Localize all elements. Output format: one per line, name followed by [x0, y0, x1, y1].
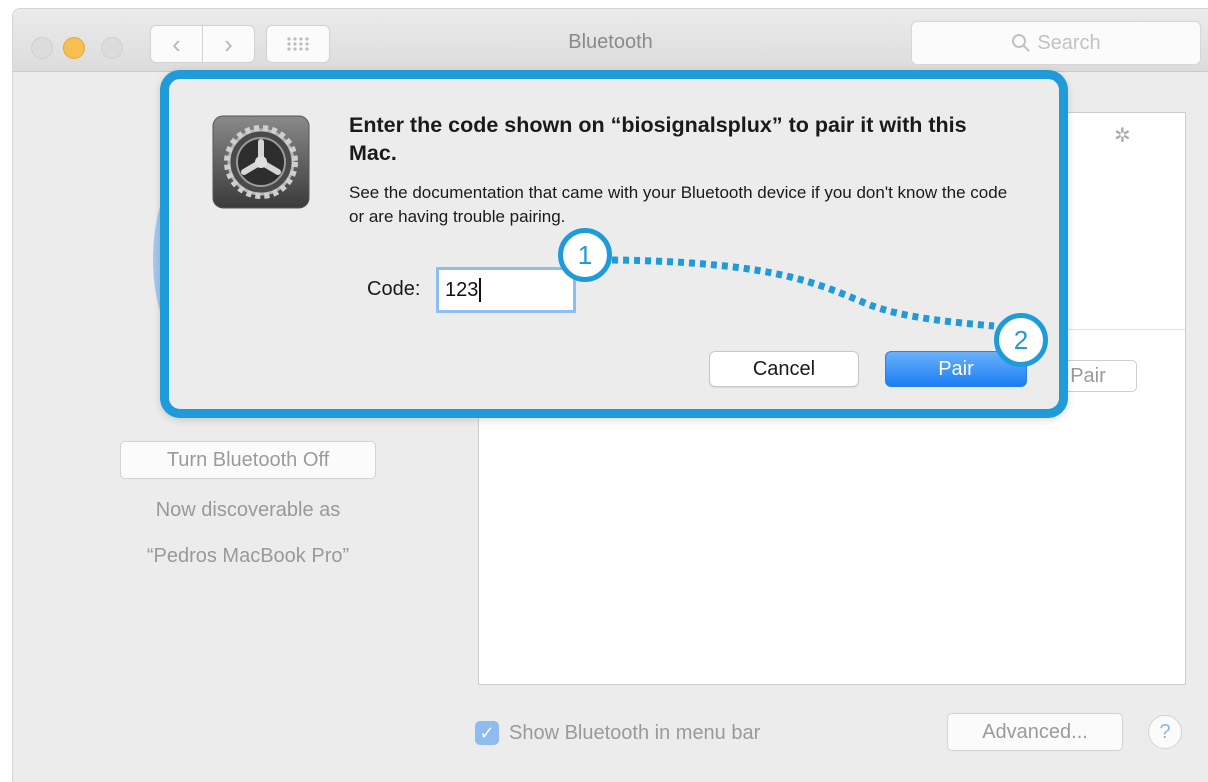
step-2-badge: 2	[994, 313, 1048, 367]
computer-name-label: “Pedros MacBook Pro”	[146, 545, 350, 567]
search-placeholder: Search	[1037, 31, 1101, 54]
help-button[interactable]: ?	[1148, 715, 1182, 749]
turn-bluetooth-off-button[interactable]: Turn Bluetooth Off	[120, 441, 376, 479]
cancel-button[interactable]: Cancel	[709, 351, 859, 387]
code-field[interactable]: 123	[436, 267, 576, 313]
search-field[interactable]: Search	[911, 21, 1201, 65]
system-preferences-icon	[212, 115, 310, 209]
show-in-menu-bar-label: Show Bluetooth in menu bar	[509, 721, 761, 744]
title-bar: ‹ › Bluetooth Search	[13, 9, 1208, 72]
search-icon	[1012, 34, 1031, 52]
advanced-button[interactable]: Advanced...	[947, 713, 1123, 751]
spinner-icon: ✲	[1114, 125, 1131, 147]
step-1-badge: 1	[558, 228, 612, 282]
show-in-menu-bar-checkbox[interactable]: ✓ Show Bluetooth in menu bar	[475, 721, 760, 745]
text-caret	[479, 278, 482, 302]
checkmark-icon: ✓	[475, 721, 499, 745]
discoverable-label: Now discoverable as	[155, 499, 341, 521]
dialog-message: See the documentation that came with you…	[349, 183, 1008, 226]
code-label: Code:	[367, 278, 421, 300]
pairing-dialog: Enter the code shown on “biosignalsplux”…	[160, 70, 1068, 418]
dialog-heading: Enter the code shown on “biosignalsplux”…	[349, 113, 967, 165]
code-value: 123	[445, 278, 479, 301]
